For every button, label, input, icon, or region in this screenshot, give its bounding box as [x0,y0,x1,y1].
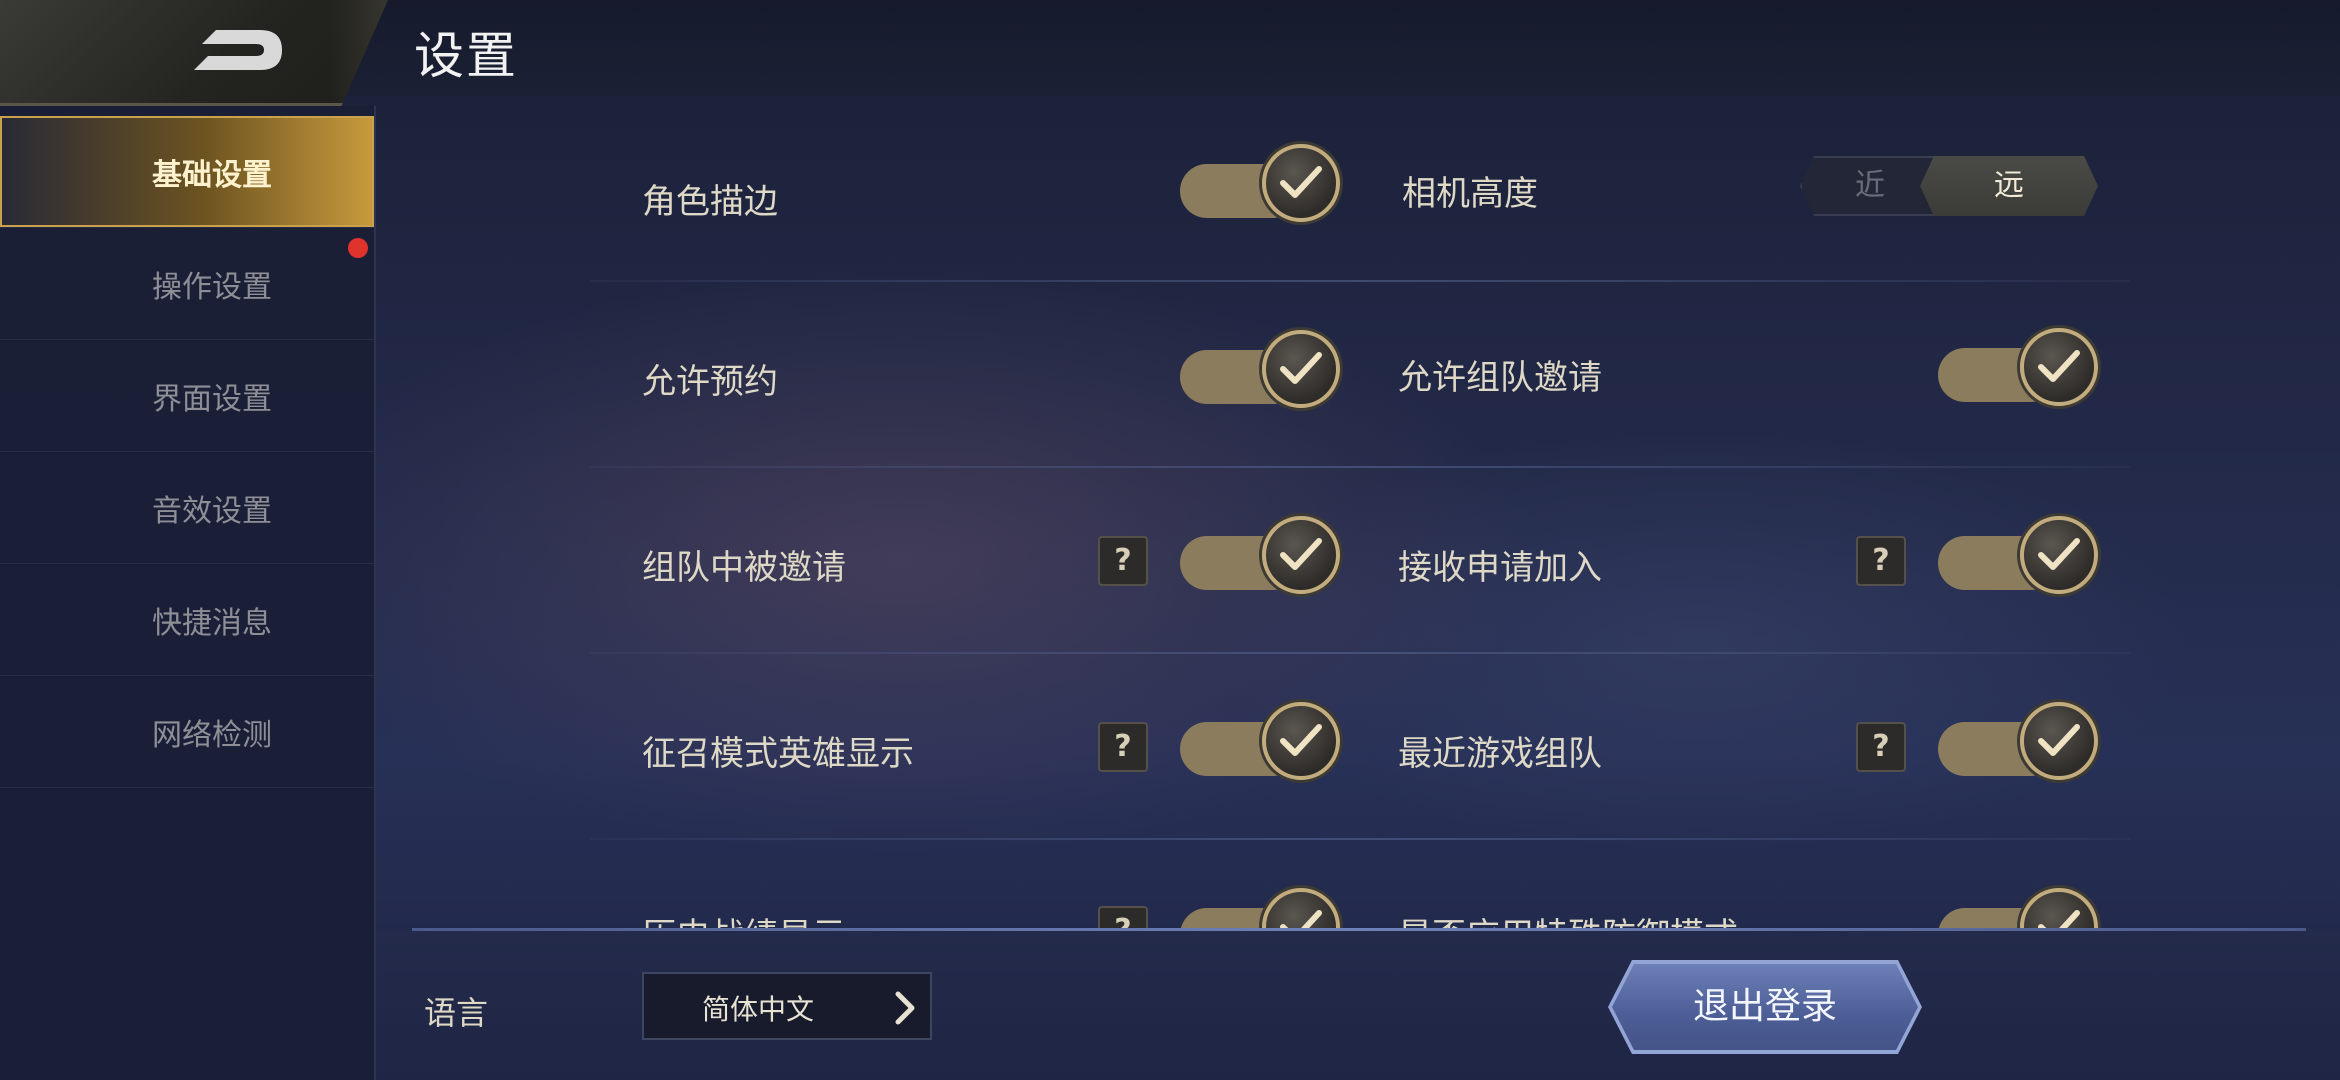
sidebar-item-label: 快捷消息 [152,605,272,641]
sidebar-item-label: 界面设置 [152,381,272,417]
back-button[interactable] [0,0,388,106]
sidebar-item-basic-settings[interactable]: 基础设置 [0,116,374,228]
setting-label: 允许组队邀请 [1398,358,1602,398]
sidebar-item-quick-messages[interactable]: 快捷消息 [0,564,374,676]
language-label: 语言 [424,994,489,1032]
help-icon[interactable]: ? [1098,722,1148,772]
sidebar: 基础设置 操作设置 界面设置 音效设置 快捷消息 网络检测 [0,106,376,1080]
help-icon[interactable]: ? [1098,536,1148,586]
allow-reservation-toggle[interactable] [1180,328,1340,408]
setting-label: 允许预约 [642,362,778,402]
sidebar-item-operation-settings[interactable]: 操作设置 [0,228,374,340]
page-title: 设置 [414,27,518,85]
sidebar-item-network-check[interactable]: 网络检测 [0,676,374,788]
role-outline-toggle[interactable] [1180,142,1340,222]
special-defense-toggle[interactable] [1938,886,2098,928]
help-icon[interactable]: ? [1856,536,1906,586]
allow-team-invite-toggle[interactable] [1938,326,2098,406]
recent-game-team-toggle[interactable] [1938,700,2098,780]
setting-label: 最近游戏组队 [1398,734,1602,774]
language-select[interactable]: 简体中文 [642,972,932,1040]
sidebar-item-sound-settings[interactable]: 音效设置 [0,452,374,564]
recruit-mode-hero-toggle[interactable] [1180,700,1340,780]
checkmark-icon [1262,516,1340,594]
settings-scroll-area[interactable]: 角色描边 相机高度 允许预约 允许组队邀请 组队中被邀请 ? 接收申请加入 ? [376,96,2340,928]
setting-label: 组队中被邀请 [642,548,846,588]
row-divider [590,280,2130,282]
camera-far-option[interactable]: 远 [1920,156,2098,216]
notification-dot [348,238,368,258]
sidebar-item-label: 网络检测 [152,717,272,753]
language-value: 简体中文 [702,993,815,1026]
sidebar-item-label: 音效设置 [152,493,272,529]
checkmark-icon [2020,516,2098,594]
setting-label: 是否应用特殊防御模式 [1398,908,1738,928]
row-divider [590,838,2130,840]
checkmark-icon [1262,144,1340,222]
checkmark-icon [2020,328,2098,406]
logout-button[interactable]: 退出登录 [1612,964,1918,1050]
checkmark-icon [2020,888,2098,928]
chevron-right-icon [895,991,915,1025]
help-icon[interactable]: ? [1856,722,1906,772]
back-arrow-icon [194,30,282,70]
row-divider [590,466,2130,468]
sidebar-item-interface-settings[interactable]: 界面设置 [0,340,374,452]
sidebar-item-label: 操作设置 [152,269,272,305]
camera-near-option[interactable]: 近 [1800,156,1940,216]
checkmark-icon [1262,330,1340,408]
checkmark-icon [1262,702,1340,780]
help-icon[interactable]: ? [1098,906,1148,928]
setting-label: 历史战绩显示 [642,908,846,928]
footer-divider [412,928,2306,931]
row-divider [590,652,2130,654]
accept-join-request-toggle[interactable] [1938,514,2098,594]
history-record-toggle[interactable] [1180,886,1340,928]
setting-label: 角色描边 [642,182,778,222]
sidebar-item-label: 基础设置 [152,157,272,193]
setting-label: 相机高度 [1402,174,1538,214]
setting-label: 接收申请加入 [1398,548,1602,588]
camera-height-segmented-control[interactable]: 近 远 [1800,156,2098,216]
checkmark-icon [1262,888,1340,928]
logout-button-label: 退出登录 [1692,986,1837,1027]
checkmark-icon [2020,702,2098,780]
invited-in-team-toggle[interactable] [1180,514,1340,594]
setting-label: 征召模式英雄显示 [642,734,914,774]
